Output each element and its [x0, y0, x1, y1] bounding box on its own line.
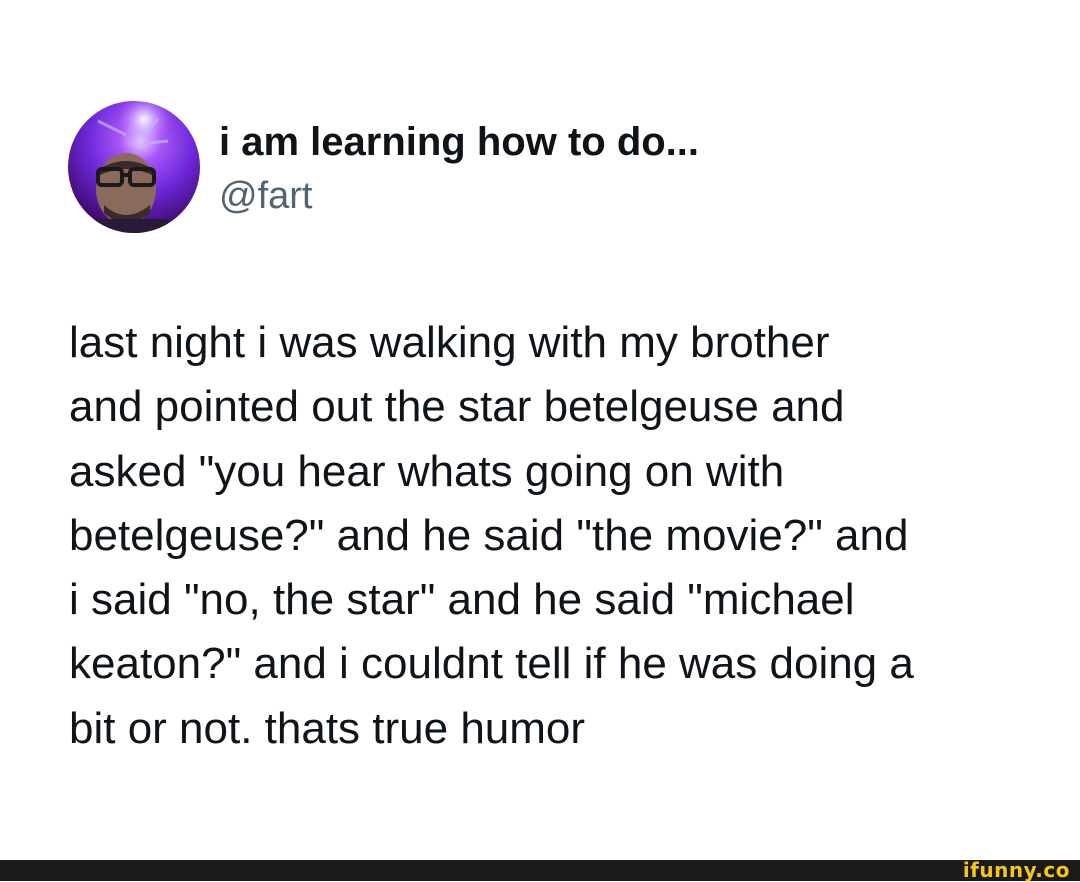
tweet-text-line: and pointed out the star betelgeuse and [69, 382, 845, 432]
tweet-card: i am learning how to do... @fart last ni… [0, 0, 1080, 860]
tweet-text-line: last night i was walking with my brother [69, 318, 830, 367]
tweet-text-line: betelgeuse?" and he said "the movie?" an… [69, 510, 909, 560]
avatar[interactable] [68, 101, 200, 233]
ifunny-watermark: ifunny.co [962, 858, 1070, 882]
profile-photo-icon [88, 101, 180, 233]
display-name[interactable]: i am learning how to do... [219, 118, 699, 166]
tweet-text: last night i was walking with my brother… [69, 311, 1049, 761]
tweet-text-line: i said "no, the star" and he said "micha… [69, 575, 855, 625]
user-handle[interactable]: @fart [219, 173, 312, 219]
tweet-text-line: asked "you hear whats going on with [69, 446, 785, 496]
tweet-text-line: keaton?" and i couldnt tell if he was do… [69, 639, 914, 689]
tweet-text-line: bit or not. thats true humor [69, 703, 586, 753]
footer-bar: ifunny.co [0, 860, 1080, 881]
